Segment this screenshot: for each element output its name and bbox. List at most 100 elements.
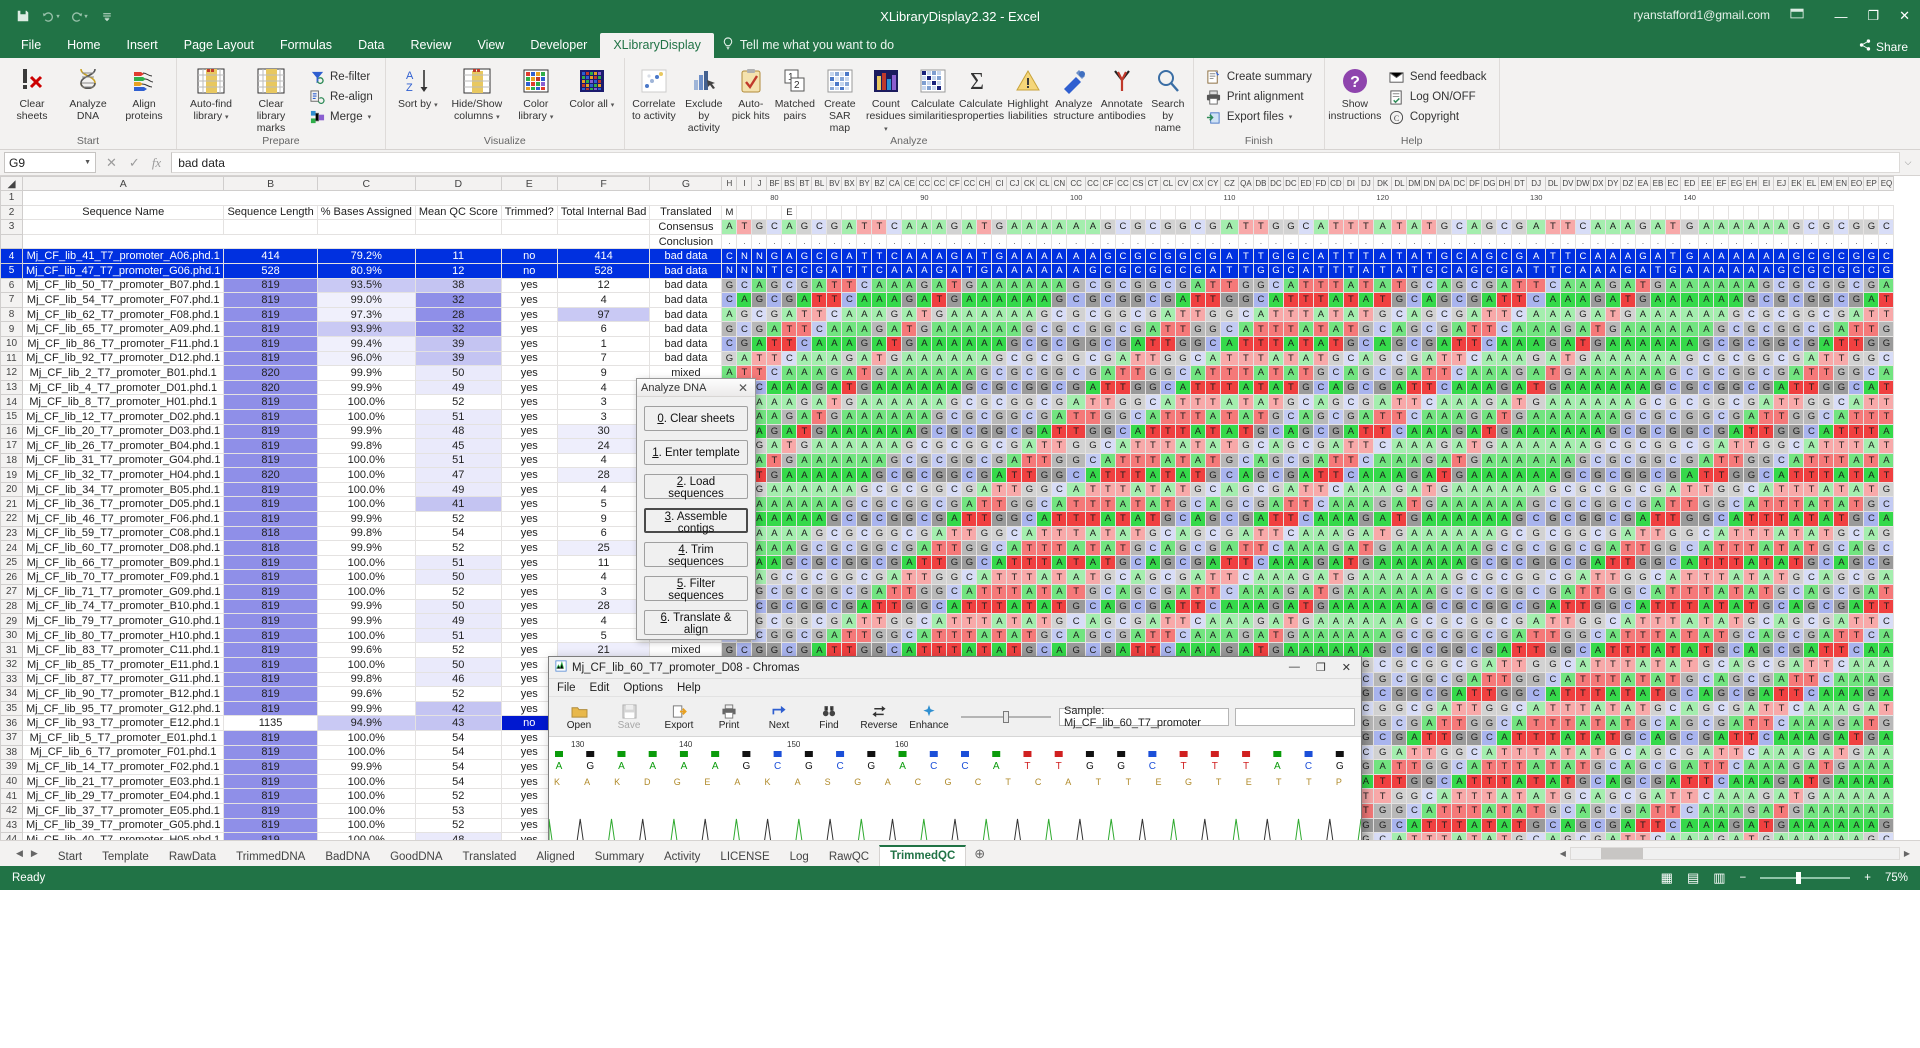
alignment-base[interactable]: G bbox=[1788, 408, 1805, 425]
cell-pct-bases[interactable]: 100.0% bbox=[316, 467, 416, 483]
alignment-base[interactable]: T bbox=[1878, 306, 1895, 323]
cell-sequence-length[interactable]: 819 bbox=[223, 408, 318, 425]
alignment-base[interactable]: T bbox=[1878, 584, 1895, 600]
alignment-base[interactable]: T bbox=[1312, 350, 1329, 367]
alignment-base[interactable]: G bbox=[1698, 657, 1715, 673]
alignment-base[interactable]: A bbox=[1372, 452, 1393, 469]
alignment-base[interactable]: T bbox=[1679, 584, 1700, 600]
alignment-base[interactable]: G bbox=[826, 584, 843, 600]
alignment-base[interactable]: A bbox=[1421, 554, 1438, 571]
alignment-base[interactable]: T bbox=[961, 627, 978, 644]
alignment-base[interactable]: C bbox=[1252, 292, 1269, 308]
alignment-base[interactable]: C bbox=[1372, 729, 1393, 746]
alignment-base[interactable]: A bbox=[1713, 729, 1730, 746]
alignment-base[interactable]: A bbox=[1174, 467, 1191, 483]
alignment-base[interactable]: A bbox=[1189, 511, 1206, 527]
alignment-base[interactable]: A bbox=[796, 496, 813, 513]
alignment-base[interactable]: G bbox=[1327, 584, 1344, 600]
cell-sequence-length[interactable]: 819 bbox=[223, 773, 318, 790]
table-row[interactable]: 20 Mj_CF_lib_34_T7_promoter_B05.phd.1 819 1… bbox=[0, 481, 1895, 498]
alignment-base[interactable]: A bbox=[1698, 686, 1715, 702]
alignment-base[interactable]: T bbox=[1743, 423, 1760, 440]
column-header-DZ59[interactable]: DZ bbox=[1619, 176, 1636, 191]
alignment-base[interactable]: A bbox=[991, 262, 1008, 279]
alignment-base[interactable]: A bbox=[1282, 540, 1299, 556]
alignment-base[interactable]: G bbox=[931, 408, 948, 425]
alignment-base[interactable]: G bbox=[1312, 408, 1329, 425]
alignment-base[interactable]: G bbox=[721, 277, 738, 294]
alignment-base[interactable]: A bbox=[946, 306, 963, 323]
alignment-base[interactable]: A bbox=[1204, 438, 1221, 454]
alignment-base[interactable]: G bbox=[1099, 423, 1116, 440]
cell-pct-bases[interactable]: 99.9% bbox=[316, 700, 416, 717]
alignment-base[interactable]: A bbox=[1833, 773, 1850, 790]
alignment-base[interactable]: C bbox=[1559, 262, 1576, 279]
alignment-base[interactable]: A bbox=[1051, 496, 1068, 513]
alignment-base[interactable]: T bbox=[1237, 554, 1254, 571]
alignment-base[interactable]: G bbox=[856, 335, 873, 352]
alignment-base[interactable]: T bbox=[991, 627, 1008, 644]
alignment-base[interactable]: T bbox=[1634, 832, 1651, 840]
alignment-base[interactable]: G bbox=[1698, 365, 1715, 381]
alignment-base[interactable]: A bbox=[1267, 584, 1284, 600]
alignment-base[interactable]: C bbox=[1189, 613, 1206, 629]
alignment-base[interactable]: C bbox=[901, 525, 918, 542]
alignment-base[interactable]: A bbox=[1372, 759, 1393, 775]
alignment-base[interactable]: T bbox=[916, 306, 933, 323]
alignment-base[interactable]: A bbox=[721, 306, 738, 323]
alignment-base[interactable]: G bbox=[1051, 452, 1068, 469]
alignment-base[interactable]: A bbox=[1436, 788, 1453, 804]
alignment-base[interactable]: C bbox=[1713, 408, 1730, 425]
alignment-base[interactable]: A bbox=[1619, 394, 1636, 410]
alignment-base[interactable]: A bbox=[1803, 802, 1820, 819]
alignment-base[interactable]: C bbox=[1237, 569, 1254, 586]
column-header-CS27[interactable]: CS bbox=[1129, 176, 1146, 191]
alignment-base[interactable]: T bbox=[1481, 788, 1498, 804]
alignment-base[interactable]: C bbox=[1496, 540, 1513, 556]
alignment-base[interactable]: T bbox=[1267, 365, 1284, 381]
alignment-base[interactable]: T bbox=[1758, 511, 1775, 527]
alignment-base[interactable]: A bbox=[1282, 554, 1299, 571]
alignment-base[interactable]: G bbox=[1051, 365, 1068, 381]
alignment-base[interactable]: T bbox=[991, 496, 1008, 513]
alignment-base[interactable]: G bbox=[1758, 452, 1775, 469]
alignment-base[interactable]: A bbox=[1342, 540, 1359, 556]
alignment-base[interactable]: C bbox=[1297, 248, 1314, 264]
alignment-base[interactable]: T bbox=[1421, 481, 1438, 498]
alignment-base[interactable]: A bbox=[1863, 657, 1880, 673]
alignment-base[interactable]: C bbox=[1204, 335, 1221, 352]
alignment-base[interactable]: A bbox=[1406, 569, 1423, 586]
cell-sequence-length[interactable]: 819 bbox=[223, 292, 318, 308]
alignment-base[interactable]: G bbox=[841, 598, 858, 615]
alignment-base[interactable]: A bbox=[976, 569, 993, 586]
worksheet-area[interactable]: ◢ A B C D E F G H I J BF BS BT BL BV BX BY BZ CA CE CC CC CF CC C… bbox=[0, 176, 1920, 840]
alignment-base[interactable]: G bbox=[1788, 350, 1805, 367]
cell-sequence-length[interactable]: 819 bbox=[223, 657, 318, 673]
cell-trimmed[interactable]: yes bbox=[500, 277, 558, 294]
alignment-base[interactable]: C bbox=[1833, 540, 1850, 556]
alignment-base[interactable]: A bbox=[1297, 262, 1314, 279]
alignment-base[interactable]: G bbox=[1863, 335, 1880, 352]
alignment-base[interactable]: G bbox=[856, 540, 873, 556]
alignment-base[interactable]: A bbox=[1252, 627, 1269, 644]
table-row[interactable]: 8 Mj_CF_lib_62_T7_promoter_F08.phd.1 819 97… bbox=[0, 306, 1895, 323]
alignment-base[interactable]: G bbox=[991, 423, 1008, 440]
alignment-base[interactable]: A bbox=[766, 379, 783, 396]
alignment-base[interactable]: G bbox=[1481, 613, 1498, 629]
alignment-base[interactable]: T bbox=[1267, 335, 1284, 352]
alignment-base[interactable]: T bbox=[1649, 627, 1666, 644]
alignment-base[interactable]: A bbox=[1481, 511, 1498, 527]
cell-mean-qc[interactable]: 32 bbox=[414, 292, 502, 308]
alignment-base[interactable]: A bbox=[1391, 832, 1408, 840]
alignment-base[interactable]: A bbox=[1451, 832, 1468, 840]
alignment-base[interactable]: A bbox=[1174, 379, 1191, 396]
cell-sequence-length[interactable]: 819 bbox=[223, 686, 318, 702]
alignment-base[interactable]: T bbox=[1496, 832, 1513, 840]
column-header-D[interactable]: D bbox=[414, 176, 502, 191]
table-row[interactable]: 12 Mj_CF_lib_2_T7_promoter_B01.phd.1 820 99… bbox=[0, 365, 1895, 381]
alignment-base[interactable]: A bbox=[1267, 613, 1284, 629]
alignment-base[interactable]: T bbox=[1051, 423, 1068, 440]
alignment-base[interactable]: T bbox=[1818, 657, 1835, 673]
cell-pct-bases[interactable]: 99.9% bbox=[316, 540, 416, 556]
alignment-base[interactable]: T bbox=[1466, 832, 1483, 840]
